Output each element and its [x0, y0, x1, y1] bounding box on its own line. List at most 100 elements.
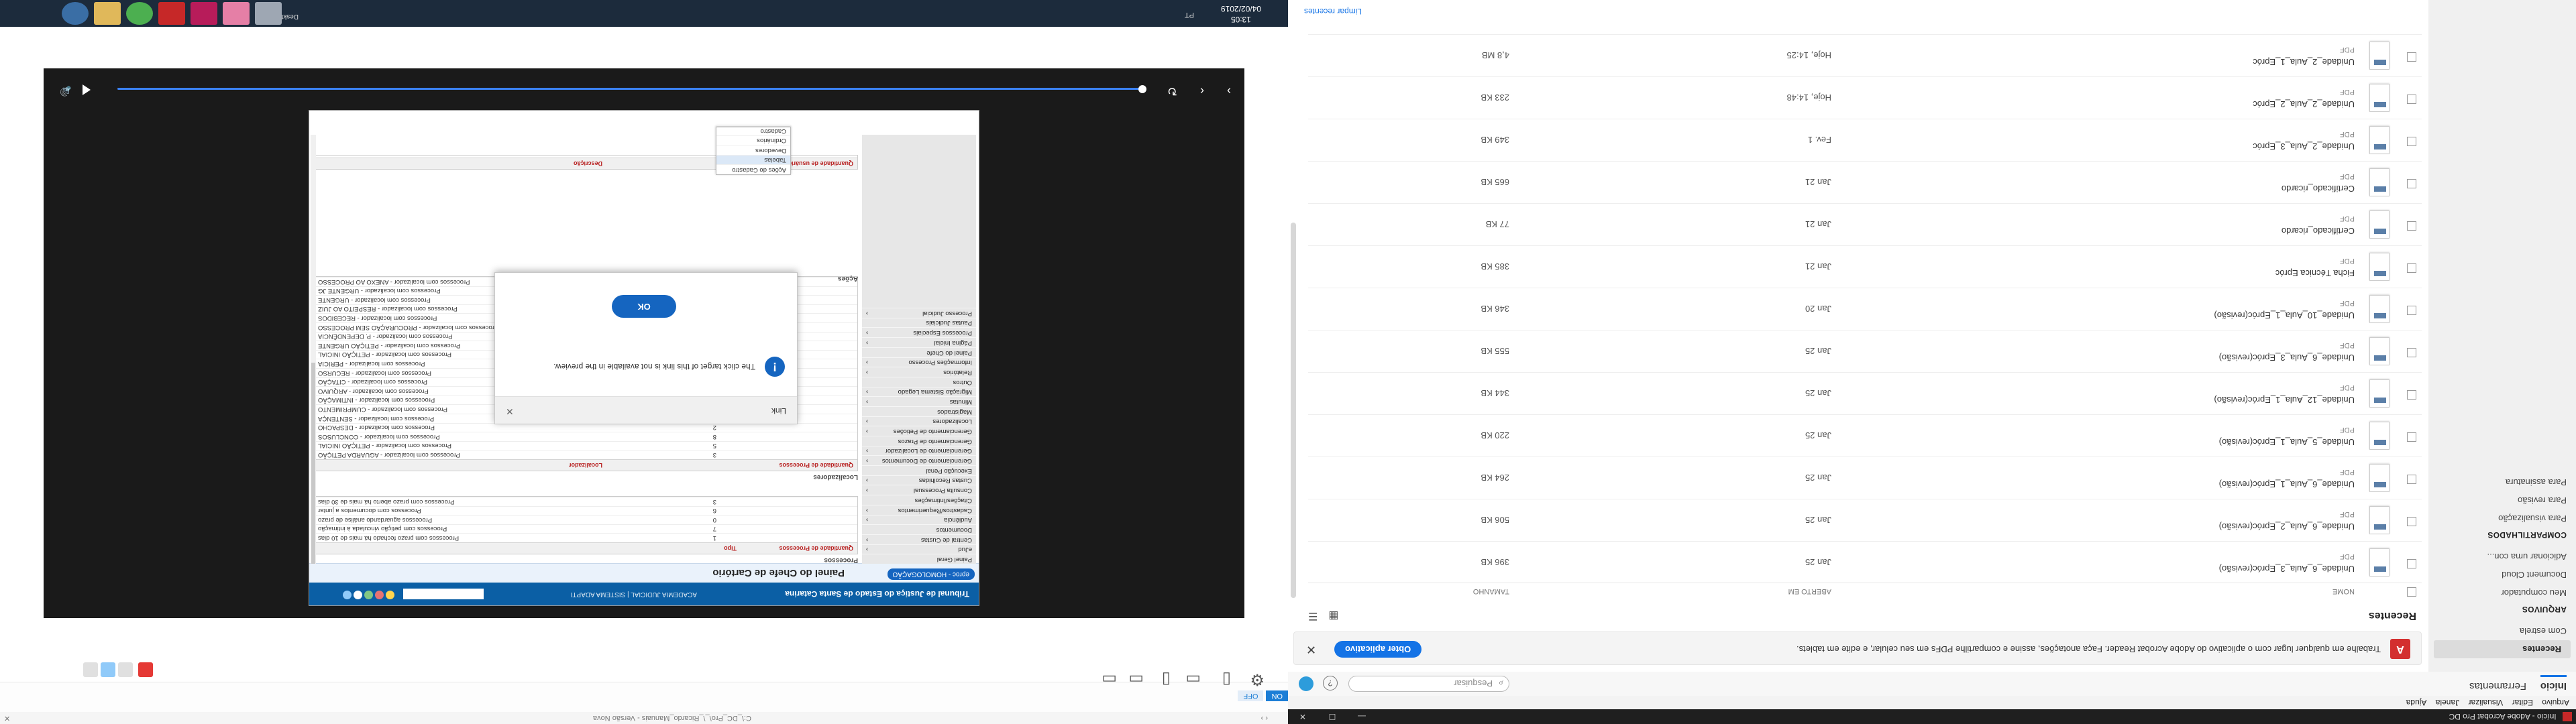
desktop-icon[interactable]: ▭ [1102, 670, 1117, 689]
menu-visualizar[interactable]: Visualizar [2468, 698, 2503, 707]
tablet-landscape-icon[interactable]: ▭ [1185, 670, 1201, 689]
app-acrobat-icon[interactable] [158, 2, 185, 25]
prev-icon[interactable]: ‹ [1200, 84, 1204, 98]
col-size[interactable]: TAMANHO [1473, 587, 1509, 595]
back-icon[interactable]: ‹ › [1261, 712, 1268, 724]
row-checkbox[interactable] [2407, 221, 2416, 231]
ok-icon[interactable] [364, 591, 373, 599]
copy-icon[interactable] [118, 662, 133, 677]
maximize-icon[interactable]: ☐ [1318, 709, 1347, 724]
video-stage[interactable]: Tribunal de Justiça do Estado de Santa C… [44, 68, 1244, 618]
file-row[interactable]: Unidade_5_Aula_1_Epróc(revisão) PDF Jan 25… [1308, 414, 2422, 457]
app-monitor-icon[interactable] [255, 2, 282, 25]
file-row[interactable]: Unidade_6_Aula_3_Epróc(revisão) PDF Jan 25… [1308, 541, 2422, 583]
row-checkbox[interactable] [2407, 179, 2416, 188]
row-checkbox[interactable] [2407, 390, 2416, 400]
row-checkbox[interactable] [2407, 432, 2416, 442]
row-checkbox[interactable] [2407, 306, 2416, 315]
inner-menu-item[interactable]: eJud [862, 544, 976, 554]
file-row[interactable]: Certificado_ricardo PDF Jan 21 665 KB [1308, 161, 2422, 203]
inner-menu-item[interactable]: Painel Geral [862, 554, 976, 564]
app-pink-icon[interactable] [223, 2, 250, 25]
menu-ajuda[interactable]: Ajuda [2406, 698, 2427, 707]
file-row[interactable]: Unidade_2_Aula_2_Epróc PDF Hoje, 14:48 233 … [1308, 76, 2422, 119]
submenu-item[interactable]: Devedores [716, 145, 790, 155]
insert-icon[interactable] [83, 662, 98, 677]
user-icon[interactable] [386, 591, 394, 599]
help-icon[interactable]: ? [1323, 676, 1338, 690]
sidebar-item-meu-computador[interactable]: Meu computador [2428, 584, 2576, 602]
sidebar-item-assinatura[interactable]: Para assinatura [2428, 473, 2576, 491]
file-row[interactable]: Unidade_12_Aula_1_Epróc(revisão) PDF Jan 2… [1308, 372, 2422, 414]
laptop-icon[interactable]: ▭ [1128, 670, 1144, 689]
start-icon[interactable] [62, 2, 89, 25]
delete-icon[interactable] [138, 662, 153, 677]
alert-icon[interactable] [375, 591, 384, 599]
select-all-checkbox[interactable] [2407, 587, 2416, 597]
file-row[interactable]: Unidade_10_Aula_1_Epróc(revisão) PDF Jan 2… [1308, 288, 2422, 330]
col-opened[interactable]: ABERTO EM [1788, 587, 1831, 595]
app-chrome-icon[interactable] [126, 2, 153, 25]
minimize-icon[interactable]: — [1347, 709, 1377, 724]
inner-menu-item[interactable]: Execução Penal [862, 465, 976, 475]
inner-menu-item[interactable]: Consulta Processual [862, 485, 976, 495]
file-row[interactable]: Certificado_ricardo PDF Jan 21 77 KB [1308, 203, 2422, 245]
app-explorer-icon[interactable] [94, 2, 121, 25]
phone-icon[interactable]: ▯ [1222, 670, 1231, 689]
progress-knob[interactable] [1138, 85, 1146, 93]
submenu-item[interactable]: Ações do Cadastro [716, 164, 790, 174]
banner-close-icon[interactable]: ✕ [1306, 642, 1316, 656]
row-checkbox[interactable] [2407, 475, 2416, 484]
volume-icon[interactable]: 🔊 [60, 85, 71, 97]
row-checkbox[interactable] [2407, 52, 2416, 62]
inner-menu-item[interactable]: Gerenciamento de Peticões [862, 426, 976, 436]
sidebar-item-adicionar-conta[interactable]: Adicionar uma con... [2428, 548, 2576, 566]
row-checkbox[interactable] [2407, 95, 2416, 104]
menu-janela[interactable]: Janela [2436, 698, 2459, 707]
toggle-on[interactable]: ON [1266, 690, 1288, 701]
refresh-icon[interactable] [101, 662, 115, 677]
replay-icon[interactable]: ↻ [1167, 84, 1177, 98]
progress-track[interactable] [117, 88, 1144, 90]
settings-icon[interactable]: ⚙ [1250, 670, 1265, 689]
clear-recent-link[interactable]: Limpar recentes [1304, 7, 1362, 16]
table-row[interactable]: 0 Processos aguardando análise de prazo [313, 515, 857, 524]
inner-menu-item[interactable]: Documentos [862, 524, 976, 534]
file-row[interactable]: Unidade_2_Aula_1_Epróc PDF Hoje, 14:25 4,8 … [1308, 34, 2422, 76]
inner-menu-item[interactable]: Minutas [862, 396, 976, 406]
row-checkbox[interactable] [2407, 559, 2416, 568]
col-name[interactable]: NOME [2332, 587, 2355, 595]
file-row[interactable]: Unidade_6_Aula_1_Epróc(revisão) PDF Jan 25… [1308, 457, 2422, 499]
inner-menu-item[interactable]: Migração Sistema Legado [862, 386, 976, 397]
avatar[interactable] [1299, 676, 1313, 691]
play-icon[interactable] [83, 84, 91, 95]
inner-menu-item[interactable]: Pautas Judiciais [862, 317, 976, 328]
row-checkbox[interactable] [2407, 263, 2416, 273]
sidebar-item-visualizacao[interactable]: Para visualização [2428, 509, 2576, 528]
table-row[interactable]: 5 Processos com localizador - PETIÇÃO INI… [313, 440, 857, 450]
dialog-close-icon[interactable]: ✕ [506, 406, 514, 417]
inner-scrollbar[interactable] [311, 135, 316, 564]
close-icon[interactable]: ✕ [1288, 709, 1318, 724]
row-checkbox[interactable] [2407, 517, 2416, 526]
tray-lang[interactable]: PT [1185, 11, 1194, 19]
submenu-item[interactable]: Cadastro [716, 125, 790, 135]
app-indesign-icon[interactable] [191, 2, 217, 25]
tablet-icon[interactable]: ▯ [1162, 670, 1171, 689]
inner-search-input[interactable] [403, 589, 484, 599]
inner-menu-item[interactable]: Custas Recolhidas [862, 475, 976, 485]
file-row[interactable]: Unidade_6_Aula_3_Epróc(revisão) PDF Jan 25… [1308, 330, 2422, 372]
inner-menu-item[interactable]: Relatórios [862, 367, 976, 377]
inner-menu-item[interactable]: Página Inicial [862, 337, 976, 347]
table-row[interactable]: 7 Processos com petição vinculada à intim… [313, 524, 857, 534]
file-list-scrollbar[interactable] [1291, 223, 1296, 598]
inner-scroll-thumb[interactable] [311, 363, 315, 564]
tab-ferramentas[interactable]: Ferramentas [2469, 680, 2526, 692]
file-row[interactable]: Unidade_6_Aula_2_Epróc(revisão) PDF Jan 25… [1308, 499, 2422, 541]
home-icon[interactable] [354, 591, 362, 599]
inner-menu-item[interactable]: Informações Processo [862, 357, 976, 367]
sidebar-item-recentes[interactable]: Recentes [2434, 640, 2571, 658]
inner-menu-item[interactable]: Painel do Chefe [862, 347, 976, 357]
row-checkbox[interactable] [2407, 348, 2416, 357]
inner-menu-item[interactable]: Processos Especiais [862, 327, 976, 338]
